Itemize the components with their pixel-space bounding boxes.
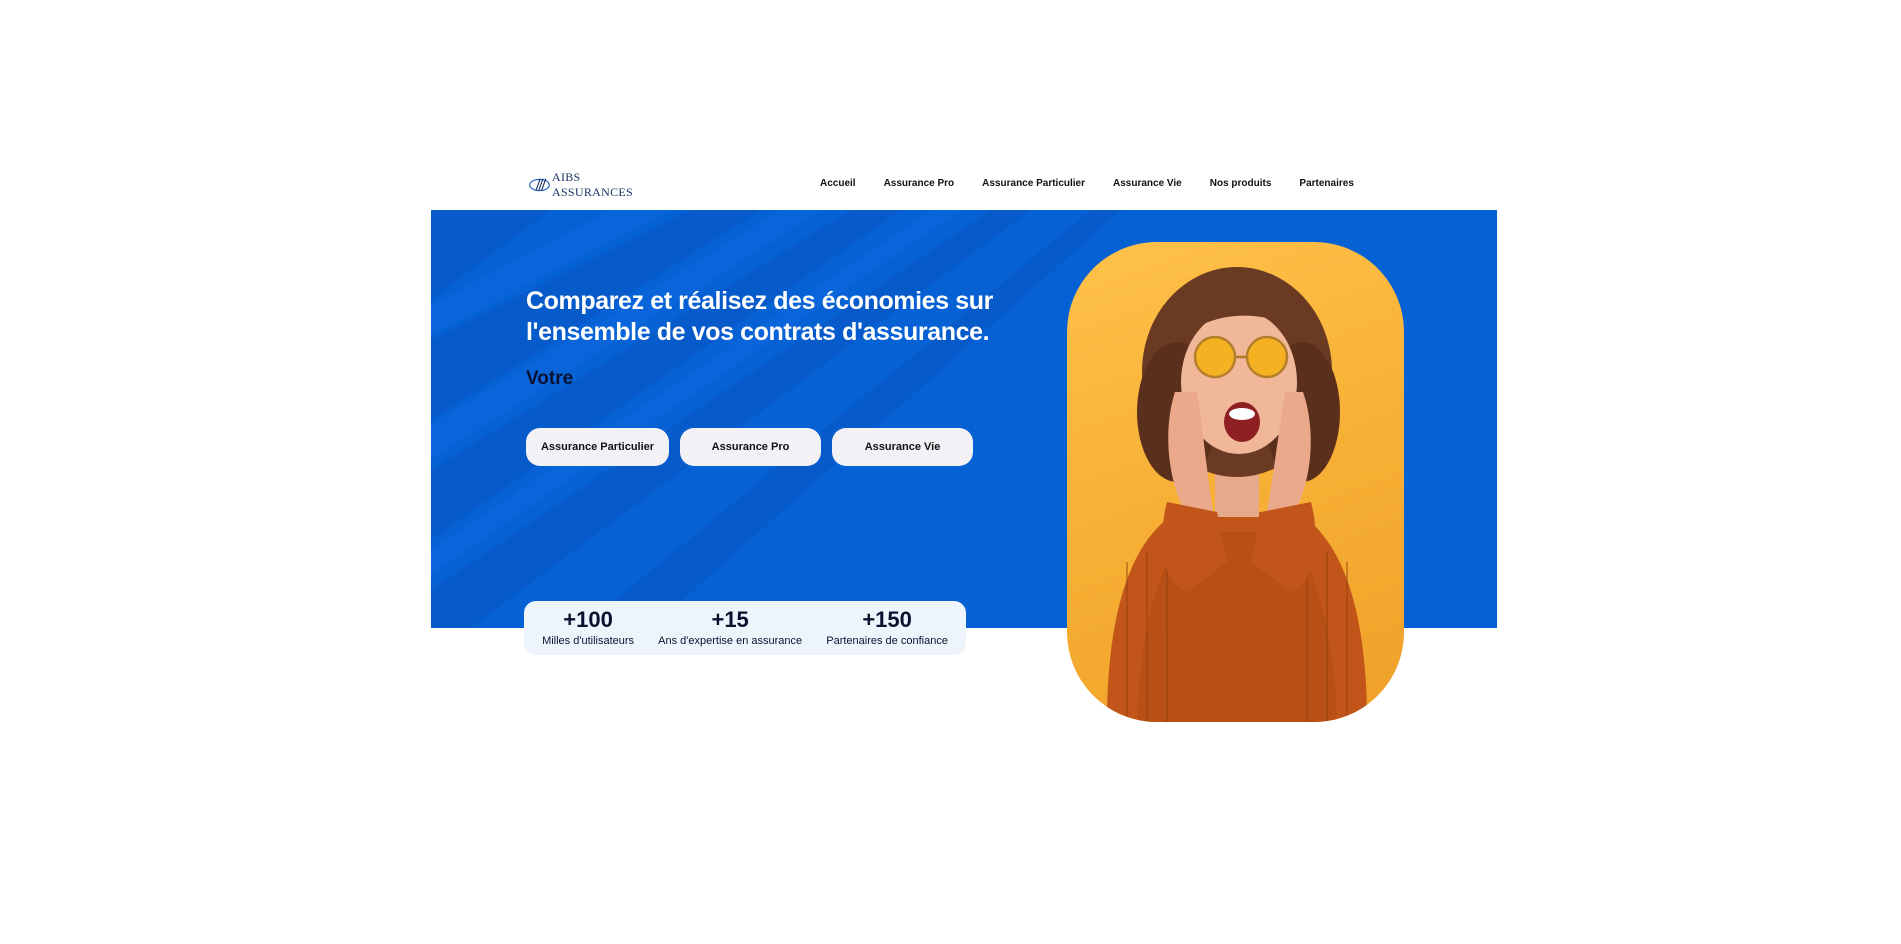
assurance-vie-button[interactable]: Assurance Vie <box>832 428 973 466</box>
surprised-woman-illustration <box>1107 267 1367 722</box>
nav-item-partenaires[interactable]: Partenaires <box>1299 178 1353 189</box>
stats-card: +100 Milles d'utilisateurs +15 Ans d'exp… <box>524 601 966 655</box>
hero-subhead: Votre <box>526 368 574 389</box>
stat-label: Partenaires de confiance <box>826 634 948 647</box>
logo-swoosh-icon <box>529 178 550 192</box>
logo-text: AIBS ASSURANCES <box>551 170 634 199</box>
hero-photo <box>1067 242 1404 722</box>
stat-users: +100 Milles d'utilisateurs <box>542 606 635 649</box>
site-logo[interactable]: AIBS ASSURANCES <box>529 170 633 200</box>
stat-label: Milles d'utilisateurs <box>542 634 635 647</box>
nav-item-assurance-vie[interactable]: Assurance Vie <box>1113 178 1182 189</box>
stat-value: +100 <box>563 606 613 632</box>
stat-value: +15 <box>711 606 749 632</box>
hero-headline: Comparez et réalisez des économies sur l… <box>526 287 993 346</box>
nav-item-nos-produits[interactable]: Nos produits <box>1210 178 1272 189</box>
nav-item-assurance-particulier[interactable]: Assurance Particulier <box>982 178 1085 189</box>
assurance-pro-button[interactable]: Assurance Pro <box>680 428 821 466</box>
insurance-type-buttons: Assurance Particulier Assurance Pro Assu… <box>526 428 973 466</box>
main-nav: Accueil Assurance Pro Assurance Particul… <box>820 178 1354 189</box>
stat-value: +150 <box>862 606 912 632</box>
stat-label: Ans d'expertise en assurance <box>658 634 803 647</box>
site-header: AIBS ASSURANCES Accueil Assurance Pro As… <box>431 160 1497 210</box>
stat-expertise: +15 Ans d'expertise en assurance <box>658 606 803 649</box>
nav-item-accueil[interactable]: Accueil <box>820 178 856 189</box>
nav-item-assurance-pro[interactable]: Assurance Pro <box>884 178 955 189</box>
assurance-particulier-button[interactable]: Assurance Particulier <box>526 428 669 466</box>
stat-partners: +150 Partenaires de confiance <box>826 606 948 649</box>
